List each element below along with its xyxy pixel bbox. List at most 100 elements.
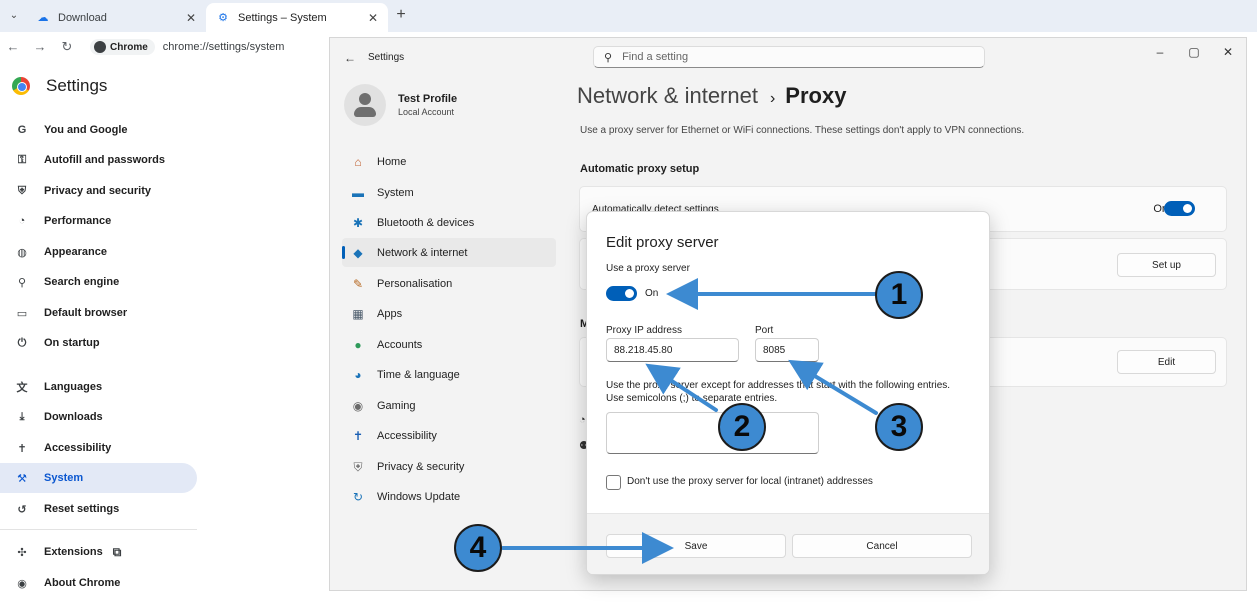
forward-arrow-icon[interactable]: → (32, 39, 48, 55)
step-badge-3: 3 (875, 403, 923, 451)
proxy-ip-value: 88.218.45.80 (614, 344, 673, 356)
wifi-icon: ◆ (353, 245, 363, 260)
page-title: Settings (46, 76, 108, 95)
tab-settings-system[interactable]: ⚙ Settings – System ✕ (206, 3, 388, 32)
gauge-icon: ◔ (18, 215, 26, 227)
back-arrow-icon[interactable]: ← (5, 39, 21, 55)
use-proxy-toggle[interactable] (606, 286, 637, 301)
breadcrumb-separator: › (769, 90, 776, 107)
sidebar-item-languages[interactable]: 文 Languages (0, 372, 197, 402)
save-button[interactable]: Save (606, 534, 786, 558)
sidebar-item-you-and-google[interactable]: G You and Google (0, 115, 197, 145)
nav-item-windows-update[interactable]: ↻ Windows Update (342, 482, 556, 511)
setup-button[interactable]: Set up (1117, 253, 1216, 277)
globe-clock-icon: ◕ (354, 367, 362, 382)
sidebar-item-about-chrome[interactable]: ◉ About Chrome (0, 568, 197, 598)
nav-item-apps[interactable]: ▦ Apps (342, 299, 556, 328)
minimize-icon[interactable]: – (1152, 45, 1168, 59)
proxy-ip-input[interactable]: 88.218.45.80 (606, 338, 739, 362)
nav-item-personalisation[interactable]: ✎ Personalisation (342, 269, 556, 298)
nav-item-accounts[interactable]: ● Accounts (342, 330, 556, 359)
edit-button[interactable]: Edit (1117, 350, 1216, 374)
nav-item-label: Gaming (377, 399, 416, 412)
shield-icon: ⛨ (17, 184, 27, 197)
nav-item-system[interactable]: ▬ System (342, 178, 556, 207)
sidebar-item-label: On startup (44, 337, 100, 349)
sidebar-item-performance[interactable]: ◔ Performance (0, 206, 197, 236)
sidebar-item-label: Autofill and passwords (44, 154, 166, 166)
nav-item-accessibility[interactable]: ✝ Accessibility (342, 421, 556, 450)
sidebar-item-extensions[interactable]: ✣ Extensions ⧉ (0, 537, 197, 567)
close-icon[interactable]: ✕ (186, 11, 196, 25)
nav-item-network[interactable]: ◆ Network & internet (342, 238, 556, 267)
shield-icon: ⛨ (353, 459, 363, 474)
step-badge-4: 4 (454, 524, 502, 572)
sidebar-item-privacy[interactable]: ⛨ Privacy and security (0, 176, 197, 206)
close-icon[interactable]: ✕ (1220, 45, 1236, 59)
dialog-footer: Save Cancel (587, 513, 989, 574)
breadcrumb-current: Proxy (785, 83, 847, 108)
sidebar-item-downloads[interactable]: ⤓ Downloads (0, 402, 197, 432)
sidebar-item-search-engine[interactable]: ⚲ Search engine (0, 267, 197, 297)
nav-item-privacy[interactable]: ⛨ Privacy & security (342, 452, 556, 481)
cancel-button[interactable]: Cancel (792, 534, 972, 558)
nav-item-home[interactable]: ⌂ Home (342, 147, 556, 176)
cloud-icon: ☁ (37, 11, 49, 24)
key-icon: ⚿ (17, 153, 27, 166)
sidebar-item-label: Accessibility (44, 442, 112, 454)
accessibility-icon: ✝ (17, 442, 27, 455)
use-proxy-state: On (645, 288, 659, 299)
nav-item-gaming[interactable]: ◉ Gaming (342, 391, 556, 420)
sidebar-item-label: Extensions (44, 546, 103, 558)
profile-account-type: Local Account (398, 107, 455, 117)
puzzle-icon: ✣ (17, 546, 27, 559)
search-input[interactable]: ⚲ Find a setting (593, 46, 985, 68)
home-icon: ⌂ (354, 154, 362, 169)
sidebar-item-on-startup[interactable]: ⏻ On startup (0, 328, 197, 358)
sidebar-item-default-browser[interactable]: ▭ Default browser (0, 298, 197, 328)
tab-strip: ⌄ ☁ Download ✕ ⚙ Settings – System ✕ + (0, 0, 1257, 32)
local-addresses-checkbox[interactable] (606, 475, 621, 490)
site-chip[interactable]: Chrome (90, 39, 155, 55)
sidebar-item-system[interactable]: ⚒ System (0, 463, 197, 493)
nav-item-time-language[interactable]: ◕ Time & language (342, 360, 556, 389)
nav-item-label: Home (377, 155, 407, 168)
help-icon[interactable]: ◔ (579, 414, 586, 426)
sidebar-item-accessibility[interactable]: ✝ Accessibility (0, 433, 197, 463)
chrome-logo-icon (12, 77, 30, 95)
close-icon[interactable]: ✕ (368, 11, 378, 25)
back-arrow-icon[interactable]: ← (344, 51, 356, 65)
profile-name: Test Profile (398, 93, 458, 105)
tab-download[interactable]: ☁ Download ✕ (26, 3, 206, 32)
tab-search-chevron-icon[interactable]: ⌄ (6, 8, 22, 24)
window-title: Settings (368, 52, 405, 63)
wrench-icon: ⚒ (17, 472, 27, 485)
breadcrumb: Network & internet › Proxy (577, 83, 846, 109)
nav-item-label: Accounts (377, 338, 423, 351)
maximize-icon[interactable]: ▢ (1186, 45, 1202, 59)
browser-window-icon: ▭ (16, 307, 28, 320)
breadcrumb-parent[interactable]: Network & internet (577, 83, 758, 108)
accessibility-icon: ✝ (352, 428, 364, 443)
gamepad-icon: ◉ (352, 398, 364, 413)
google-icon: G (17, 124, 27, 136)
sidebar-item-reset-settings[interactable]: ↺ Reset settings (0, 494, 197, 524)
profile[interactable]: Test Profile Local Account (344, 84, 457, 126)
sidebar-item-appearance[interactable]: ◍ Appearance (0, 237, 197, 267)
chrome-settings-sidebar: Settings G You and Google ⚿ Autofill and p… (0, 62, 330, 604)
reload-icon[interactable]: ↻ (59, 39, 75, 55)
auto-detect-toggle[interactable] (1164, 201, 1195, 216)
update-icon: ↻ (352, 489, 364, 504)
external-link-icon: ⧉ (112, 544, 122, 559)
nav-item-label: Accessibility (377, 429, 437, 442)
reset-icon: ↺ (17, 503, 27, 516)
edit-proxy-dialog: Edit proxy server Use a proxy server On … (586, 211, 990, 575)
translate-icon: 文 (16, 382, 28, 394)
gear-icon: ⚙ (218, 11, 228, 24)
nav-item-bluetooth[interactable]: ✱ Bluetooth & devices (342, 208, 556, 237)
sidebar-item-autofill[interactable]: ⚿ Autofill and passwords (0, 145, 197, 175)
sidebar-item-label: System (44, 472, 84, 484)
port-input[interactable]: 8085 (755, 338, 819, 362)
exceptions-textarea[interactable] (606, 412, 819, 454)
new-tab-button[interactable]: + (392, 6, 410, 24)
